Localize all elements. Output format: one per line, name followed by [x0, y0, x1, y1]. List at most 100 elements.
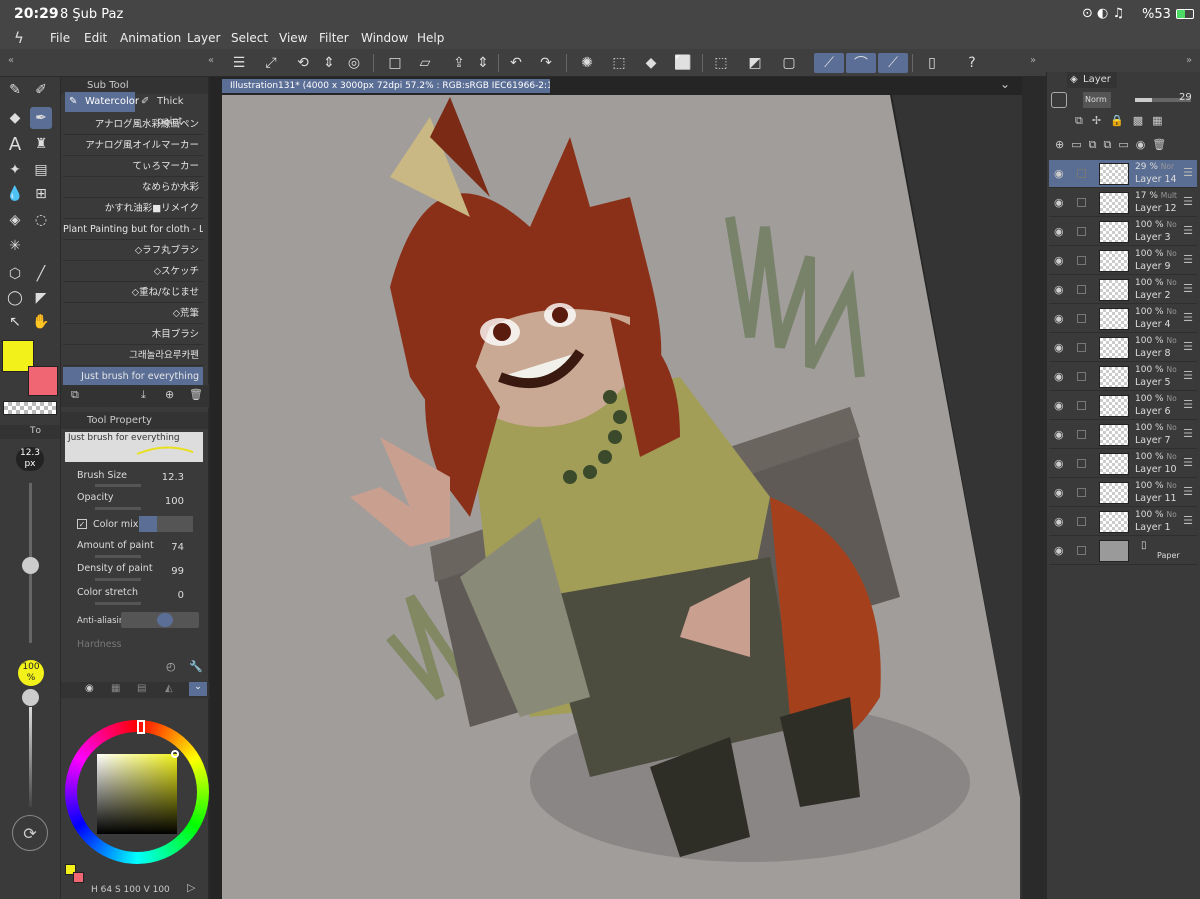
fill-icon[interactable]: ◆	[640, 53, 662, 73]
hand-tool-icon[interactable]: ✋	[30, 311, 52, 333]
layer-row[interactable]: ◉ 100 % No Layer 2 ☰	[1049, 276, 1197, 304]
layer-row[interactable]: ◉ 100 % No Layer 5 ☰	[1049, 363, 1197, 391]
visibility-eye-icon[interactable]: ◉	[1054, 283, 1064, 296]
layer-color-icon[interactable]	[1051, 92, 1067, 108]
layer-menu-icon[interactable]: ☰	[1183, 456, 1193, 469]
rotate-icon[interactable]: ⟲	[292, 53, 314, 73]
opacity-slider-track[interactable]	[29, 707, 32, 807]
visibility-eye-icon[interactable]: ◉	[1054, 428, 1064, 441]
help-icon[interactable]: ?	[961, 53, 983, 73]
visibility-eye-icon[interactable]: ◉	[1054, 341, 1064, 354]
layer-lock-checkbox[interactable]	[1077, 546, 1086, 555]
collapse-right-icon[interactable]: »	[1030, 55, 1036, 66]
visibility-eye-icon[interactable]: ◉	[1054, 254, 1064, 267]
ruler-snap-icon[interactable]: ⟋	[814, 53, 844, 73]
layer-lock-checkbox[interactable]	[1077, 256, 1086, 265]
brush-item[interactable]: アナログ風水彩線画ペン	[63, 115, 203, 135]
size-slider-knob[interactable]	[22, 557, 39, 574]
color-wheel-tab-icon[interactable]: ◉	[85, 683, 94, 694]
visibility-eye-icon[interactable]: ◉	[1054, 167, 1064, 180]
stepper-icon[interactable]: ⇕	[318, 53, 340, 73]
layer-lock-checkbox[interactable]	[1077, 343, 1086, 352]
layer-row[interactable]: ◉ 29 % Nor Layer 14 ☰	[1049, 160, 1197, 188]
brush-item[interactable]: なめらか水彩	[63, 178, 203, 198]
color-target-icon[interactable]: ◎	[343, 53, 365, 73]
delete-icon[interactable]: 🗑	[189, 388, 203, 401]
download-icon[interactable]: ⤓	[141, 388, 146, 402]
layer-row[interactable]: ◉ 100 % No Layer 3 ☰	[1049, 218, 1197, 246]
menu-view[interactable]: View	[279, 31, 307, 45]
ruler-tool-icon[interactable]: ◤	[30, 287, 52, 309]
menu-file[interactable]: File	[50, 31, 70, 45]
paper-layer-row[interactable]: ◉ ▯ Paper	[1049, 537, 1197, 565]
collapse-right2-icon[interactable]: »	[1186, 55, 1192, 66]
copy-icon[interactable]: ⊕	[165, 388, 174, 401]
visibility-eye-icon[interactable]: ◉	[1054, 486, 1064, 499]
brush-item[interactable]: ◇スケッチ	[63, 262, 203, 282]
visibility-eye-icon[interactable]: ◉	[1054, 515, 1064, 528]
layer-lock-checkbox[interactable]	[1077, 517, 1086, 526]
sparkle-tool-icon[interactable]: ✦	[4, 159, 26, 181]
layer-menu-icon[interactable]: ☰	[1183, 485, 1193, 498]
menu-hamburger-icon[interactable]: ☰	[228, 53, 250, 73]
mix-mode-1-icon[interactable]	[139, 516, 157, 532]
brush-item[interactable]: Just brush for everything	[63, 367, 203, 387]
magic-wand-icon[interactable]: ✳	[4, 235, 26, 257]
brush-item[interactable]: てぃろマーカー	[63, 157, 203, 177]
visibility-eye-icon[interactable]: ◉	[1054, 544, 1064, 557]
lasso-fill-icon[interactable]: ◌	[30, 209, 52, 231]
duplicate-icon[interactable]: ⧉	[71, 388, 79, 402]
modifier-key-icon[interactable]: ⟳	[12, 815, 48, 851]
opacity-slider-knob[interactable]	[22, 689, 39, 706]
stepper2-icon[interactable]: ⇕	[472, 53, 494, 73]
line-snap-icon[interactable]: ⟋	[878, 53, 908, 73]
canvas-area[interactable]: Illustration131* (4000 x 3000px 72dpi 57…	[210, 77, 1022, 899]
sub-color-swatch[interactable]	[28, 366, 58, 396]
move-layer-icon[interactable]: ⬡	[4, 263, 26, 285]
brush-item[interactable]: かすれ油彩■リメイク	[63, 199, 203, 219]
layer-lock-checkbox[interactable]	[1077, 459, 1086, 468]
layer-menu-icon[interactable]: ☰	[1183, 253, 1193, 266]
layer-property-icons[interactable]: ⧉✢🔒▩▦	[1075, 114, 1195, 130]
pen-tool-icon[interactable]: ✎	[4, 79, 26, 101]
layer-lock-checkbox[interactable]	[1077, 401, 1086, 410]
color-slider-tab-icon[interactable]: ▤	[137, 683, 146, 694]
layer-lock-checkbox[interactable]	[1077, 285, 1086, 294]
brush-size-value[interactable]: 12.3	[162, 472, 184, 483]
menu-window[interactable]: Window	[361, 31, 408, 45]
density-bar[interactable]	[95, 578, 141, 581]
layer-menu-icon[interactable]: ☰	[1183, 195, 1193, 208]
tab-watercolor[interactable]: ✎ Watercolor	[65, 92, 139, 112]
settings-icon[interactable]: 🔧	[189, 660, 203, 673]
lasso-tool-icon[interactable]: ◯	[4, 287, 26, 309]
open-file-icon[interactable]: ▱	[414, 53, 436, 73]
visibility-eye-icon[interactable]: ◉	[1054, 225, 1064, 238]
layer-row[interactable]: ◉ 17 % Mult Layer 12 ☰	[1049, 189, 1197, 217]
loading-icon[interactable]: ✺	[576, 53, 598, 73]
fill-tool-icon[interactable]: ◈	[4, 209, 26, 231]
menu-edit[interactable]: Edit	[84, 31, 107, 45]
brush-size-bar[interactable]	[95, 484, 141, 487]
layer-action-icons[interactable]: ⊕▭⧉⧉▭◉🗑	[1055, 138, 1195, 154]
eraser-tool-icon[interactable]: ◆	[4, 107, 26, 129]
layer-row[interactable]: ◉ 100 % No Layer 8 ☰	[1049, 334, 1197, 362]
visibility-eye-icon[interactable]: ◉	[1054, 196, 1064, 209]
layer-menu-icon[interactable]: ☰	[1183, 282, 1193, 295]
clear-icon[interactable]: ⬚	[608, 53, 630, 73]
layer-row[interactable]: ◉ 100 % No Layer 11 ☰	[1049, 479, 1197, 507]
layer-lock-checkbox[interactable]	[1077, 227, 1086, 236]
brush-item[interactable]: ◇重ね/なじませ	[63, 283, 203, 303]
curve-snap-icon[interactable]: ⌒	[846, 53, 876, 73]
invert-selection-icon[interactable]: ◩	[744, 53, 766, 73]
grid-tool-icon[interactable]: ⊞	[30, 183, 52, 205]
illustration-canvas[interactable]	[210, 77, 1022, 899]
play-icon[interactable]: ▷	[187, 881, 195, 894]
new-file-icon[interactable]: □	[384, 53, 406, 73]
device-icon[interactable]: ▯	[921, 53, 943, 73]
app-logo-icon[interactable]: ϟ	[14, 29, 24, 47]
transform-icon[interactable]: ⬜	[672, 53, 694, 73]
saturation-value-square[interactable]	[97, 754, 177, 834]
layer-row[interactable]: ◉ 100 % No Layer 10 ☰	[1049, 450, 1197, 478]
layer-lock-checkbox[interactable]	[1077, 314, 1086, 323]
gradient-tool-icon[interactable]: ▤	[30, 159, 52, 181]
